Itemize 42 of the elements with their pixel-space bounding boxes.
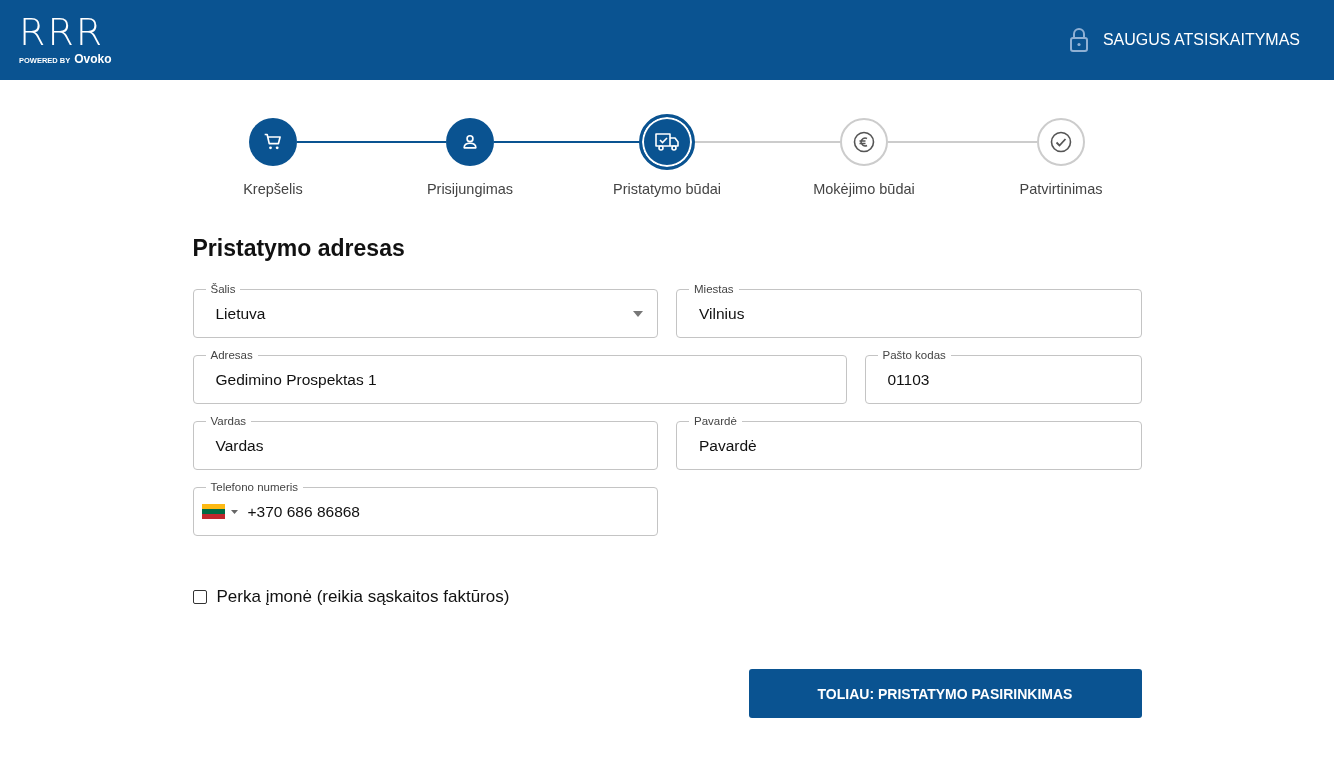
checkbox-label: Perka įmonė (reikia sąskaitos faktūros) — [216, 587, 510, 607]
field-label: Adresas — [205, 348, 258, 362]
step-label: Patvirtinimas — [1019, 181, 1103, 197]
caret-icon — [633, 310, 643, 317]
cart-icon — [263, 132, 283, 152]
field-value: Gedimino Prospektas 1 — [215, 370, 377, 389]
field-value: Lietuva — [215, 304, 266, 323]
lock-icon — [1068, 27, 1089, 53]
input-field[interactable]: Pavardė Pavardė — [676, 414, 1142, 470]
brand-name: Ovoko — [74, 52, 112, 66]
euro-coin-icon — [852, 130, 876, 154]
step-label: Krepšelis — [243, 181, 303, 197]
step-label: Pristatymo būdai — [613, 181, 721, 197]
field-label: Šalis — [205, 282, 241, 296]
input-field[interactable]: Telefono numeris +370 686 86868 — [192, 480, 658, 536]
input-field[interactable]: Šalis Lietuva — [192, 282, 658, 338]
field-value: 01103 — [887, 370, 930, 389]
field-label: Vardas — [205, 414, 252, 428]
input-field[interactable]: Miestas Vilnius — [676, 282, 1142, 338]
logo-text: RRR — [19, 14, 106, 50]
field-label: Pavardė — [689, 414, 742, 428]
field-label: Telefono numeris — [205, 480, 304, 494]
input-field[interactable]: Adresas Gedimino Prospektas 1 — [192, 348, 847, 404]
secure-checkout-label: SAUGUS ATSISKAITYMAS — [1102, 31, 1300, 49]
next-button[interactable]: TOLIAU: PRISTATYMO PASIRINKIMAS — [748, 669, 1142, 718]
input-field[interactable]: Pašto kodas 01103 — [864, 348, 1142, 404]
step-label: Mokėjimo būdai — [813, 181, 915, 197]
user-icon — [460, 132, 480, 152]
step-label: Prisijungimas — [426, 181, 514, 197]
field-value: Vardas — [215, 436, 264, 455]
field-label: Miestas — [689, 282, 739, 296]
field-value: Vilnius — [699, 304, 745, 323]
field-label: Pašto kodas — [877, 348, 951, 362]
flag-icon — [201, 504, 225, 519]
section-title: Pristatymo adresas — [192, 235, 406, 262]
field-value: Pavardė — [699, 436, 757, 455]
input-field[interactable]: Vardas Vardas — [192, 414, 658, 470]
field-value: +370 686 86868 — [247, 502, 360, 521]
truck-icon — [653, 131, 681, 153]
checkbox[interactable] — [192, 590, 207, 604]
caret-icon — [230, 509, 238, 514]
check-circle-icon — [1049, 130, 1073, 154]
